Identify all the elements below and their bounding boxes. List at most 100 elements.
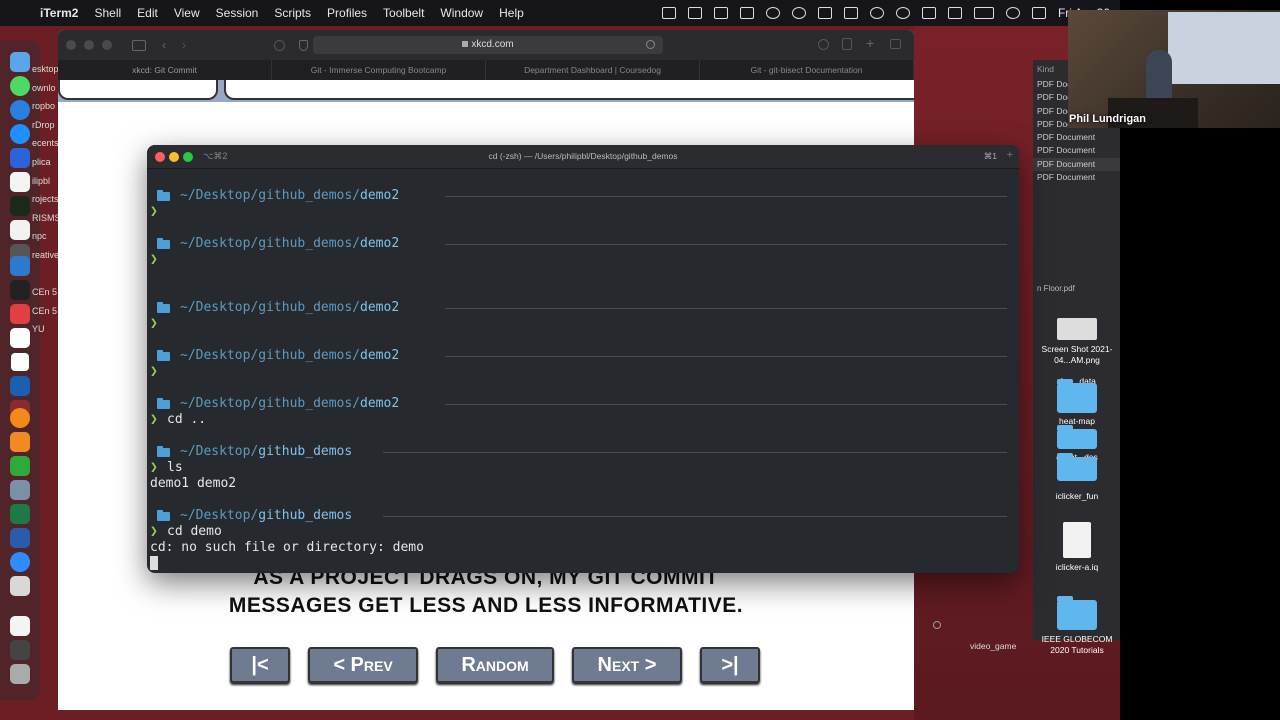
new-tab-icon[interactable]: + [1007,149,1013,161]
slack-dock-icon[interactable] [10,328,30,348]
reminders-dock-icon[interactable] [10,148,30,168]
prev-comic-button[interactable]: < Prev [308,647,418,683]
desktop-icon-ieee-globecom[interactable]: IEEE GLOBECOM 2020 Tutorials [1037,596,1117,656]
dock-app-keyboard-icon[interactable] [10,640,30,660]
dock-app-orange-icon[interactable] [10,408,30,428]
finder-row[interactable]: PDF Document [1033,131,1120,144]
trash-dock-icon[interactable] [10,664,30,684]
prompt-chevron: ❯ [150,460,158,475]
shield-icon[interactable] [299,39,308,51]
status-app-icon[interactable] [661,7,676,19]
desktop-icon-screenshot[interactable]: Screen Shot 2021-04...AM.png [1037,318,1117,366]
dock-app-blue-icon[interactable] [10,376,30,396]
bluetooth-icon[interactable] [947,7,962,19]
finder-row[interactable]: PDF Document [1033,144,1120,157]
menu-shell[interactable]: Shell [94,6,121,20]
desktop-icon-label: Screen Shot 2021-04...AM.png [1041,344,1113,365]
reload-icon[interactable] [646,40,655,49]
finder-row[interactable]: PDF Document [1033,171,1120,184]
moon-icon[interactable] [895,7,910,19]
folder-icon [157,445,170,457]
iterm-dock-icon[interactable] [10,196,30,216]
terminal-output[interactable]: ~/Desktop/github_demos/demo2 ❯ ~/Desktop… [147,169,1019,573]
path-prefix: ~/Desktop/ [180,396,259,411]
sublime-dock-icon[interactable] [10,432,30,452]
notion-dock-icon[interactable] [10,352,30,372]
new-tab-icon[interactable]: + [866,35,874,51]
status-calendar-icon[interactable] [713,7,728,19]
vscode-dock-icon[interactable] [10,256,30,276]
menu-edit[interactable]: Edit [137,6,158,20]
download-icon[interactable] [818,39,829,50]
zoom-dock-icon[interactable] [10,552,30,572]
messages-dock-icon[interactable] [10,76,30,96]
dock-app-green-icon[interactable] [10,456,30,476]
sidebar-icon[interactable] [132,39,146,51]
battery-icon[interactable] [973,7,994,19]
minimize-button[interactable] [84,40,94,50]
random-comic-button[interactable]: Random [436,647,554,683]
search-icon[interactable] [869,7,884,19]
excel-dock-icon[interactable] [10,504,30,524]
dock-app-blank-icon[interactable] [10,220,30,240]
prompt-path: ~/Desktop/github_demos/demo2 [157,300,399,316]
menu-scripts[interactable]: Scripts [274,6,311,20]
zoom-button[interactable] [102,40,112,50]
calendar-dock-icon[interactable] [10,172,30,192]
activity-monitor-dock-icon[interactable] [10,280,30,300]
desktop-icon-iclicker-a[interactable]: iclicker-a.iq [1037,522,1117,573]
status-keyboard-icon[interactable] [739,7,754,19]
launchpad-dock-icon[interactable] [10,100,30,120]
forward-icon[interactable]: › [182,38,186,52]
word-dock-icon[interactable] [10,528,30,548]
dock-app-red-icon[interactable] [10,304,30,324]
folder-icon [157,237,170,249]
desktop-icon-iclicker-fun[interactable]: iclicker_fun [1037,491,1117,502]
mute-icon[interactable] [921,7,936,19]
status-upload-icon[interactable] [817,7,832,19]
tab-department-dashboard[interactable]: Department Dashboard | Coursedog [486,60,700,80]
iterm-window: ⌥⌘2 cd (-zsh) — /Users/philipbl/Desktop/… [147,145,1019,573]
apple-icon[interactable] [12,6,26,20]
menu-session[interactable]: Session [216,6,259,20]
desktop-icon-recent-slides[interactable]: ecent...des [1037,452,1117,485]
desktop-icon-dep-data[interactable]: dep...data [1037,376,1117,417]
menu-view[interactable]: View [174,6,200,20]
privacy-icon[interactable] [274,39,285,51]
back-icon[interactable]: ‹ [162,38,166,52]
first-comic-button[interactable]: |< [230,647,290,683]
status-shield-icon[interactable] [687,7,702,19]
video-game-label[interactable]: video_game [970,641,1016,651]
folder-icon [1057,453,1097,481]
status-target-icon[interactable] [765,7,780,19]
comic-nav: |< < Prev Random Next > >| [230,647,760,683]
menu-toolbelt[interactable]: Toolbelt [383,6,424,20]
menu-window[interactable]: Window [440,6,483,20]
tab-overview-icon[interactable] [890,39,901,49]
url-bar[interactable]: xkcd.com [313,36,663,54]
dock-app-screen-icon[interactable] [10,480,30,500]
close-button[interactable] [66,40,76,50]
path-prefix: ~/Desktop/ [180,444,259,459]
menu-help[interactable]: Help [499,6,524,20]
status-history-icon[interactable] [791,7,806,19]
finder-dock-icon[interactable] [10,52,30,72]
share-icon[interactable] [842,38,852,50]
finder-floor-file[interactable]: n Floor.pdf [1033,284,1075,293]
control-center-icon[interactable] [1031,7,1046,19]
wifi-icon[interactable] [1005,7,1020,19]
tab-immerse-bootcamp[interactable]: Git - Immerse Computing Bootcamp [272,60,486,80]
menu-profiles[interactable]: Profiles [327,6,367,20]
dock-app-preview-icon[interactable] [10,576,30,596]
tab-git-bisect[interactable]: Git - git-bisect Documentation [700,60,914,80]
finder-search-icon[interactable] [933,621,941,629]
safari-dock-icon[interactable] [10,124,30,144]
next-comic-button[interactable]: Next > [572,647,682,683]
dock-app-doc-icon[interactable] [10,616,30,636]
tab-xkcd[interactable]: xkcd: Git Commit [58,60,272,80]
last-comic-button[interactable]: >| [700,647,760,683]
desktop-icon-heat-map[interactable]: heat-map [1037,416,1117,453]
menu-app[interactable]: iTerm2 [40,6,78,20]
status-tools-icon[interactable] [843,7,858,19]
finder-row[interactable]: PDF Document [1033,157,1120,172]
